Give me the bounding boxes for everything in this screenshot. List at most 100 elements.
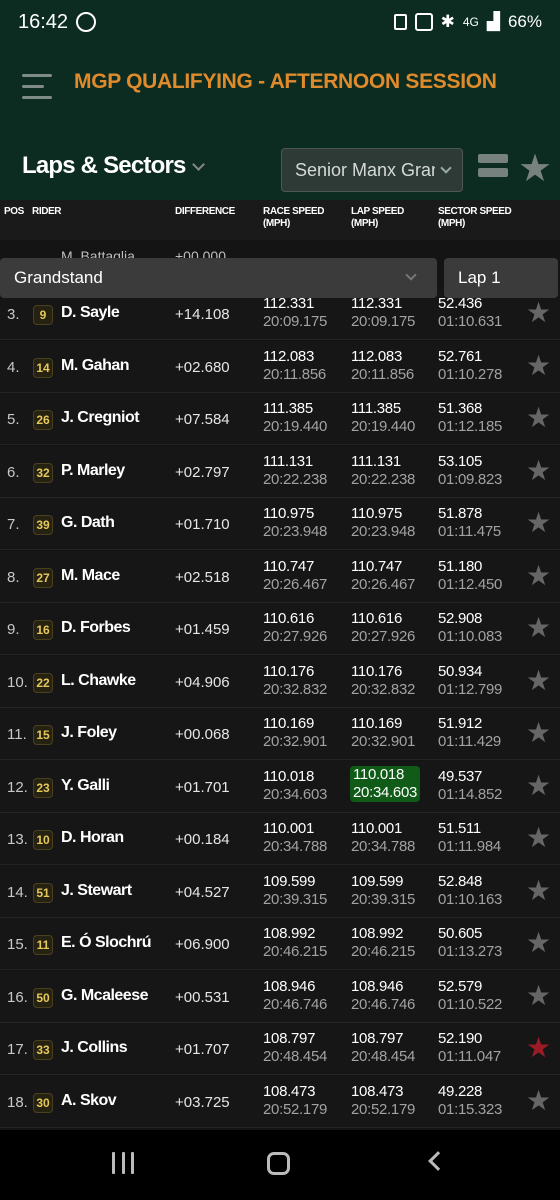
table-row[interactable]: 7. 39 G. Dath +01.710 110.975 20:23.948 110.97… [0,498,560,550]
home-icon[interactable] [267,1152,290,1175]
rider-name[interactable]: G. Mcaleese [61,987,149,1005]
table-row[interactable]: 17. 33 J. Collins +01.707 108.797 20:48.454 10… [0,1023,560,1075]
favourite-star-icon[interactable]: ★ [526,771,551,800]
sector-speed: 52.190 [438,1030,483,1047]
table-row[interactable]: 15. 11 E. Ó Slochrú +06.900 108.992 20:46.215… [0,918,560,970]
rider-name[interactable]: G. Dath [61,514,115,532]
position: 8. [7,568,20,586]
rider-name[interactable]: D. Sayle [61,304,120,322]
favourite-star-icon[interactable]: ★ [526,509,551,537]
sector-speed: 52.761 [438,347,483,365]
race-time: 20:19.440 [263,418,328,435]
lap-dropdown[interactable]: Lap 1 [444,258,558,298]
position: 9. [7,621,20,638]
favourite-star-icon[interactable]: ★ [526,1034,551,1062]
col-lap-speed: LAP SPEED (MPH) [351,206,404,229]
rider-name[interactable]: D. Forbes [61,619,131,637]
rider-name[interactable]: A. Skov [61,1092,117,1110]
race-speed: 111.131 [263,452,313,470]
lap-speed: 111.131 [351,452,401,470]
favourites-star-icon[interactable]: ★ [518,150,552,188]
position: 16. [7,988,28,1006]
race-time: 20:22.238 [263,470,328,488]
back-icon[interactable] [428,1151,448,1171]
favourite-star-icon[interactable]: ★ [526,614,551,642]
race-number-badge: 9 [33,305,53,325]
race-time: 20:39.315 [263,890,328,908]
favourite-star-icon[interactable]: ★ [526,404,551,432]
race-number-badge: 23 [33,777,53,798]
favourite-star-icon[interactable]: ★ [526,1086,551,1115]
difference: +01.707 [175,1041,230,1058]
favourite-star-icon[interactable]: ★ [526,824,551,852]
lap-time: 20:34.603 [353,783,418,801]
chevron-down-icon [191,157,205,171]
race-time: 20:09.175 [263,313,328,330]
favourite-star-icon[interactable]: ★ [526,351,551,380]
rider-name[interactable]: E. Ó Slochrú [61,934,152,952]
table-row[interactable]: 12. 23 Y. Galli +01.701 110.018 20:34.603 110.… [0,760,560,813]
rider-name[interactable]: D. Horan [61,829,124,847]
rider-name[interactable]: L. Chawke [61,672,136,690]
table-row[interactable]: 5. 26 J. Cregniot +07.584 111.385 20:19.440 11… [0,393,560,445]
difference: +02.797 [175,463,230,481]
rider-name[interactable]: J. Stewart [61,882,132,900]
list-view-icon[interactable] [478,154,508,186]
battery-saver-icon [393,14,407,30]
sector-time: 01:11.429 [438,733,501,750]
sector-dropdown[interactable]: Grandstand [0,258,437,298]
sector-time: 01:10.083 [438,628,503,645]
recents-icon[interactable] [112,1152,134,1174]
race-speed-cell: 108.797 20:48.454 [263,1030,327,1066]
sector-speed-cell: 51.912 01:11.429 [438,715,501,751]
table-row[interactable]: 18. 30 A. Skov +03.725 108.473 20:52.179 108.4… [0,1075,560,1128]
favourite-star-icon[interactable]: ★ [526,666,551,695]
favourite-star-icon[interactable]: ★ [526,561,551,590]
rider-name[interactable]: M. Mace [61,567,120,585]
favourite-star-icon[interactable]: ★ [526,719,551,747]
whatsapp-icon [76,12,97,32]
table-row[interactable]: 16. 50 G. Mcaleese +00.531 108.946 20:46.746 1… [0,970,560,1023]
lap-time: 20:11.856 [351,365,414,383]
table-row[interactable]: 11. 15 J. Foley +00.068 110.169 20:32.901 110.… [0,708,560,760]
rider-name[interactable]: J. Foley [61,724,117,742]
sector-speed-cell: 50.934 01:12.799 [438,663,502,699]
race-speed: 110.747 [263,557,315,575]
rider-name[interactable]: Y. Galli [61,777,110,795]
table-row[interactable]: 10. 22 L. Chawke +04.906 110.176 20:32.832 110… [0,655,560,708]
difference: +14.108 [175,306,230,323]
race-time: 20:27.926 [263,628,328,645]
view-selector[interactable]: Laps & Sectors [22,152,205,180]
table-row[interactable]: 8. 27 M. Mace +02.518 110.747 20:26.467 110.74… [0,550,560,603]
favourite-star-icon[interactable]: ★ [526,876,551,905]
rider-name[interactable]: J. Cregniot [61,409,140,427]
race-selector-label: Senior Manx Grand Prix [295,159,435,180]
rider-name[interactable]: M. Gahan [61,357,130,375]
favourite-star-icon[interactable]: ★ [526,456,551,485]
lap-speed-cell: 111.131 20:22.238 [351,453,415,489]
lap-time: 20:19.440 [351,418,416,435]
table-row[interactable]: 9. 16 D. Forbes +01.459 110.616 20:27.926 110.… [0,603,560,655]
sector-time: 01:11.984 [438,838,501,855]
table-row[interactable]: 14. 51 J. Stewart +04.527 109.599 20:39.315 10… [0,865,560,918]
race-time: 20:32.832 [263,680,328,698]
favourite-star-icon[interactable]: ★ [526,981,551,1010]
lap-time: 20:26.467 [351,575,416,593]
table-row[interactable]: 6. 32 P. Marley +02.797 111.131 20:22.238 111.… [0,445,560,498]
race-speed: 110.975 [263,505,315,522]
favourite-star-icon[interactable]: ★ [526,299,551,327]
rider-name[interactable]: P. Marley [61,462,125,480]
difference: +00.068 [175,726,230,743]
difference: +04.527 [175,883,230,901]
table-row[interactable]: 13. 10 D. Horan +00.184 110.001 20:34.788 110.… [0,813,560,865]
sector-speed: 50.934 [438,662,483,680]
menu-icon[interactable] [22,74,56,100]
favourite-star-icon[interactable]: ★ [526,929,551,957]
rider-name[interactable]: J. Collins [61,1039,128,1057]
race-number-badge: 14 [33,357,53,378]
status-time: 16:42 [18,10,69,33]
race-selector[interactable]: Senior Manx Grand Prix [281,148,463,192]
sector-speed-cell: 52.761 01:10.278 [438,348,502,384]
table-row[interactable]: 4. 14 M. Gahan +02.680 112.083 20:11.856 112.0… [0,340,560,393]
sector-time: 01:12.450 [438,575,503,593]
